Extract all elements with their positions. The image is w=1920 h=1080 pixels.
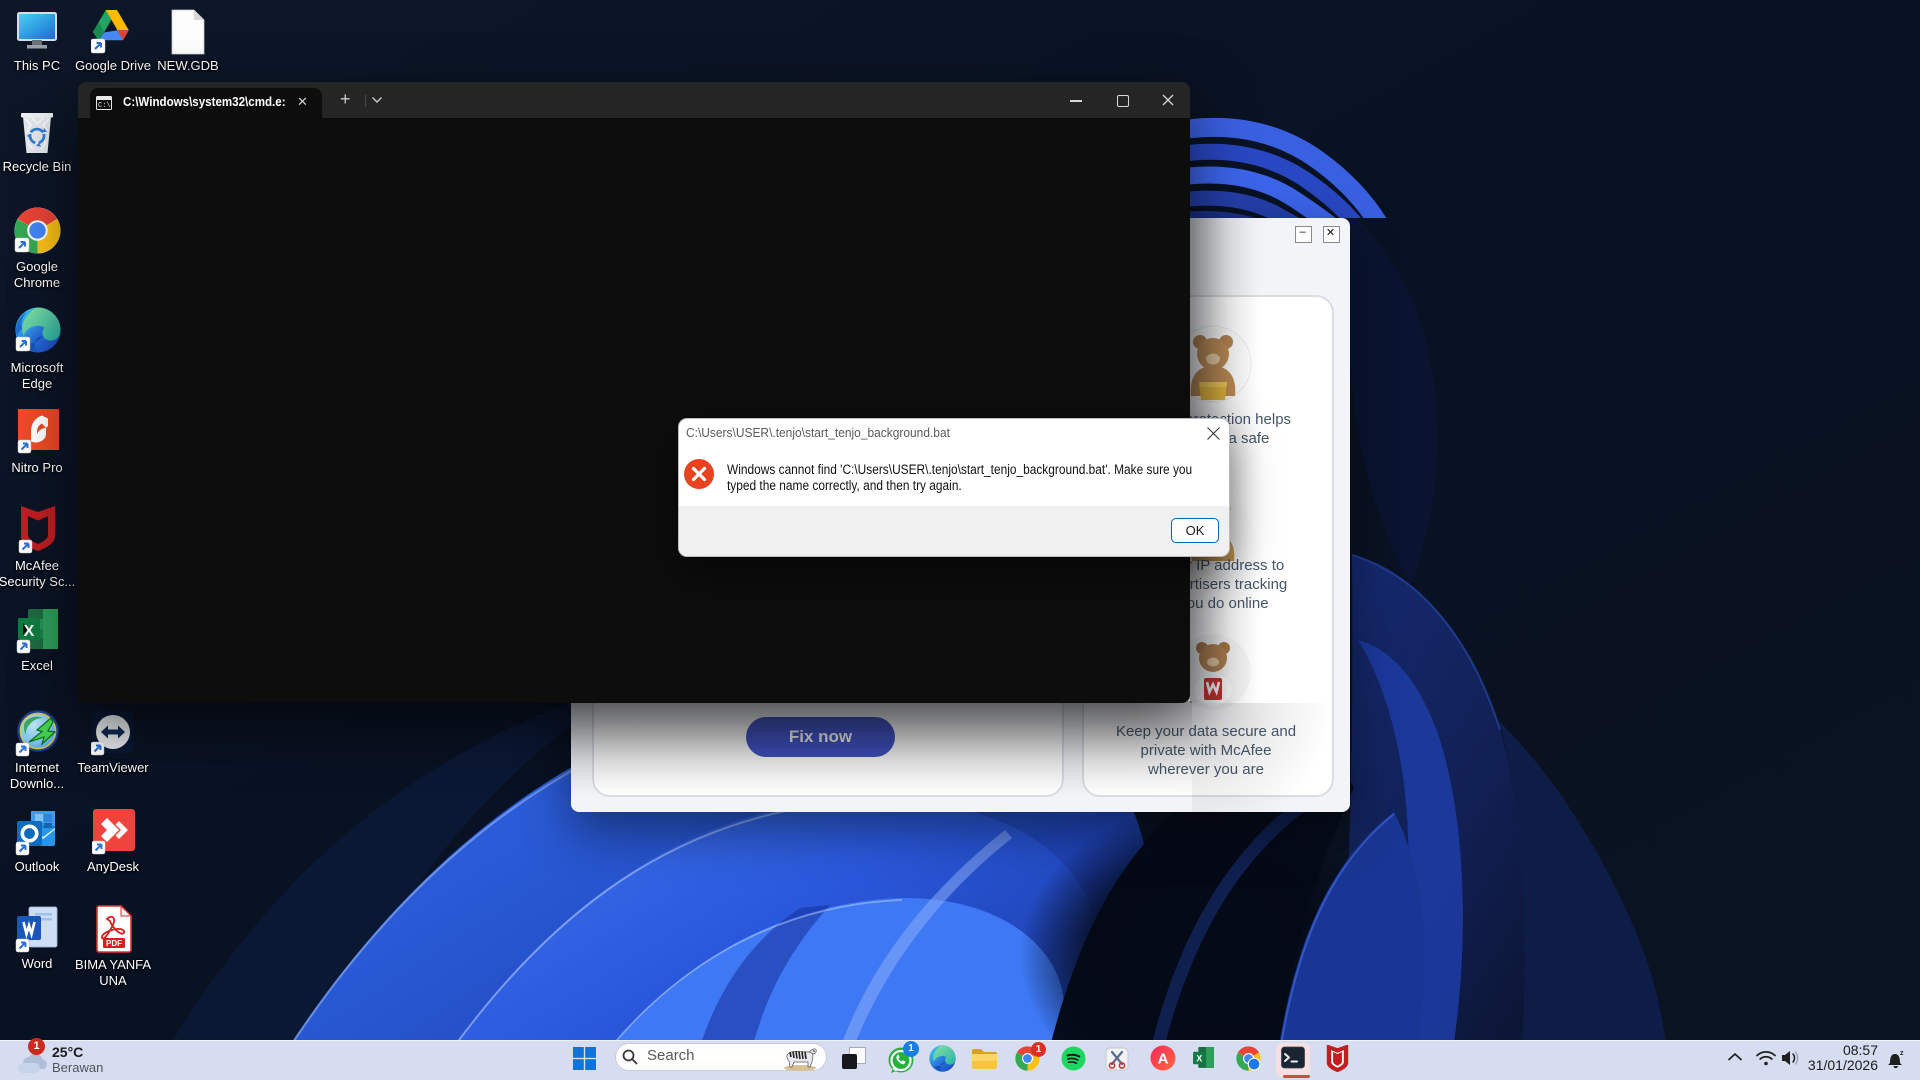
svg-text:X: X: [24, 623, 35, 640]
svg-text:PDF: PDF: [106, 939, 122, 948]
svg-text:C:\: C:\: [98, 102, 111, 110]
svg-text:A: A: [1158, 1051, 1169, 1068]
svg-text:X: X: [1196, 1054, 1202, 1064]
svg-text:z: z: [1900, 1050, 1904, 1057]
